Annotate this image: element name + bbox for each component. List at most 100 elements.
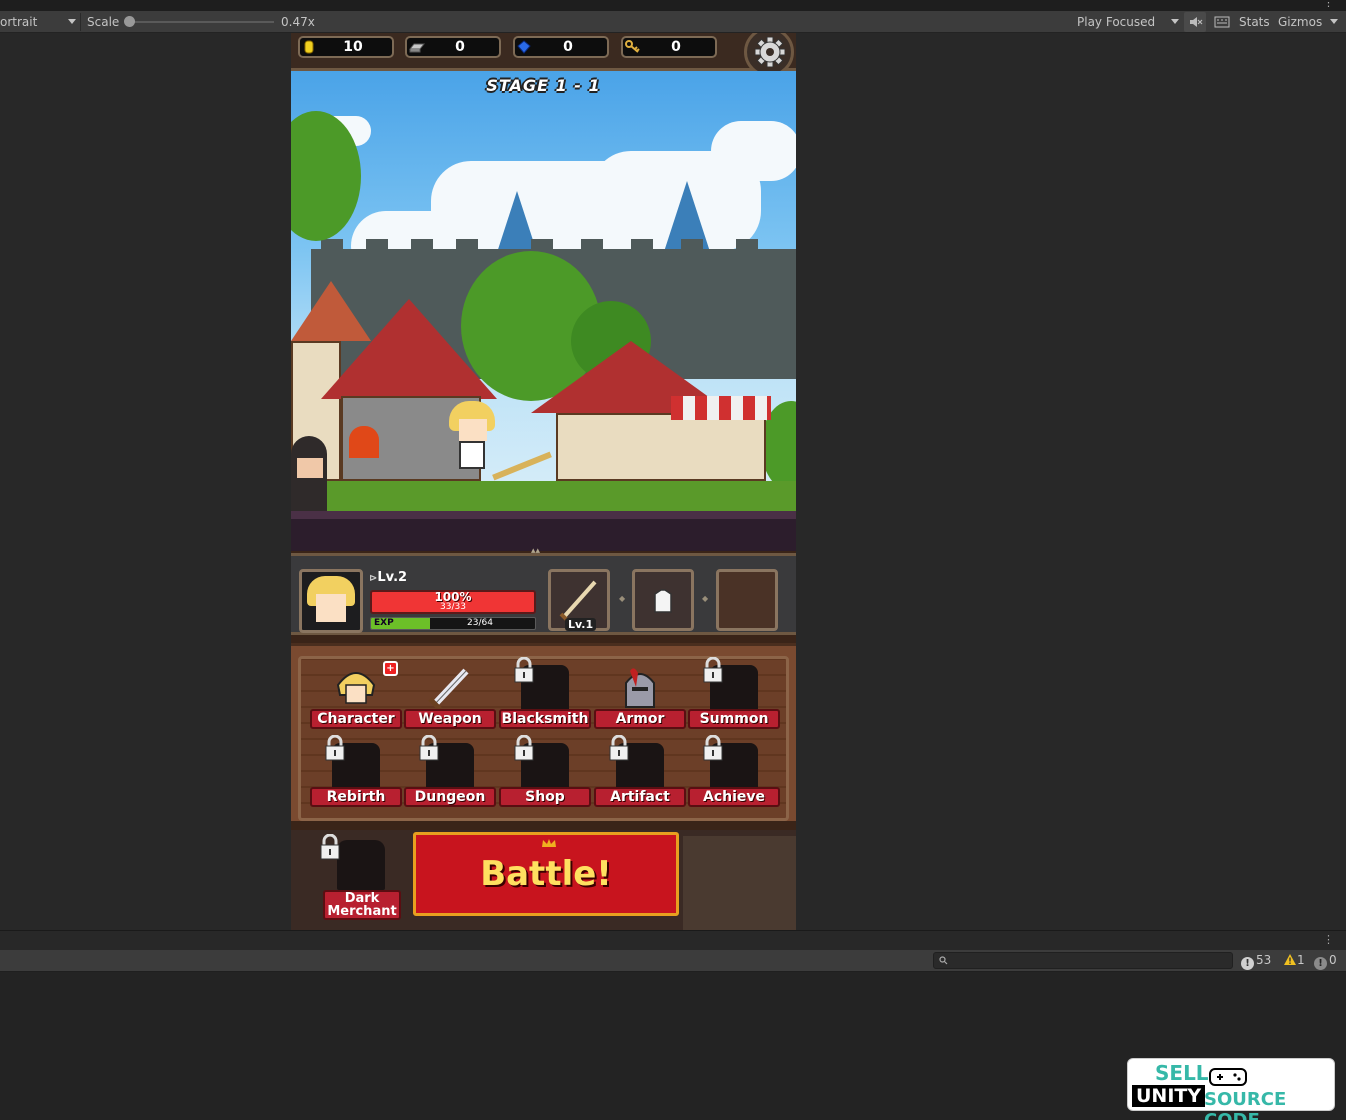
resource-gem: 0 [513,36,609,58]
dark-merchant-label: Dark Merchant [323,890,401,920]
helmet-icon [616,665,664,711]
aspect-dropdown-caret-icon[interactable] [68,19,76,24]
menu-label: Rebirth [310,787,402,807]
resolution-button[interactable] [1212,13,1232,31]
battle-button[interactable]: Battle! [413,832,679,916]
stats-button[interactable]: Stats [1239,14,1270,30]
sword-icon [426,665,474,711]
character-icon [332,665,380,711]
gizmos-button[interactable]: Gizmos [1278,14,1322,30]
watermark-source: SOURCE CODE [1204,1089,1287,1120]
scale-value: 0.47x [281,15,315,29]
search-icon [939,956,948,965]
character-portrait[interactable] [299,569,363,633]
mute-audio-button[interactable] [1184,12,1206,32]
unity-editor-window: ⋮ ortrait Scale 0.47x Play Focused Stats… [0,0,1346,1120]
more-options-icon[interactable]: ⋮ [1323,0,1334,9]
slot-separator-icon: ◆ [702,594,709,603]
log-count: 53 [1256,953,1272,967]
watermark-logo: SELL UNITY SOURCE CODE [1127,1058,1335,1120]
rubble-decoration [683,836,796,930]
cloud [711,121,796,181]
watermark-sell: SELL [1155,1061,1209,1085]
exp-value: 23/64 [467,618,493,628]
gizmos-caret-icon[interactable] [1330,19,1338,24]
gear-icon [755,37,785,67]
console-search-input[interactable] [933,952,1233,969]
play-mode-caret-icon[interactable] [1171,19,1179,24]
empty-slot[interactable] [716,569,778,631]
key-icon [625,40,640,54]
warning-count-toggle[interactable]: 1 [1283,952,1305,969]
log-count-toggle[interactable]: ! 53 [1241,952,1271,970]
warning-count: 1 [1297,953,1305,967]
crenel [631,239,653,253]
game-screen[interactable]: 10 0 0 0 STAGE 1 - 1 ▴▴ ⊳Lv.2 100% 33/33… [291,33,796,930]
console-header: ⋮ [0,930,1346,950]
keyboard-icon [1214,16,1230,28]
menu-artifact[interactable]: Artifact [594,735,686,815]
error-count-toggle[interactable]: ! 0 [1314,952,1337,970]
menu-label: Shop [499,787,591,807]
lock-icon [703,735,723,761]
gold-coin-icon [302,40,316,54]
crenel [681,239,703,253]
dark-merchant-button[interactable]: Dark Merchant [313,834,409,926]
lock-icon [514,735,534,761]
hp-bar: 100% 33/33 [370,590,536,614]
menu-dungeon[interactable]: Dungeon [404,735,496,815]
armor-slot[interactable] [632,569,694,631]
more-options-icon[interactable]: ⋮ [1323,933,1334,946]
crenel [366,239,388,253]
new-badge: + [383,661,398,676]
warning-icon [1284,954,1296,965]
character-level-text: Lv.2 [377,570,408,585]
weapon-level: Lv.1 [565,618,597,631]
shop-awning [671,396,771,420]
hero-body [459,441,485,469]
menu-character[interactable]: + Character [310,661,402,737]
resource-gold: 10 [298,36,394,58]
lock-icon [703,657,723,683]
menu-summon[interactable]: Summon [688,657,780,737]
hero-character[interactable] [449,401,495,481]
character-status-panel: ⊳Lv.2 100% 33/33 EXP 23/64 Lv.1 ◆ ◆ [291,553,796,635]
resource-key-value: 0 [671,39,681,55]
resource-iron: 0 [405,36,501,58]
play-focused-label: Play Focused [1077,15,1156,29]
speaker-muted-icon [1190,17,1203,27]
error-count: 0 [1329,953,1337,967]
hero-sword [492,451,552,481]
menu-label: Weapon [404,709,496,729]
lock-icon [320,834,340,860]
weapon-slot[interactable]: Lv.1 [548,569,610,631]
scale-slider-track[interactable] [128,21,274,23]
menu-shop[interactable]: Shop [499,735,591,815]
menu-achieve[interactable]: Achieve [688,735,780,815]
menu-panel: + Character Weapon Blacksmith Armor Summ… [291,643,796,821]
crown-icon [542,839,556,847]
watermark-unity: UNITY [1132,1085,1206,1107]
slot-separator-icon: ◆ [619,594,626,603]
menu-armor[interactable]: Armor [594,661,686,737]
gamepad-icon [1209,1068,1247,1086]
lock-icon [419,735,439,761]
crenel [581,239,603,253]
menu-rebirth[interactable]: Rebirth [310,735,402,815]
editor-top-strip: ⋮ [0,0,1346,11]
play-focused-dropdown[interactable]: Play Focused [1077,14,1155,30]
monk-npc[interactable] [291,436,327,511]
scale-slider-handle[interactable] [124,16,135,27]
portrait-face [316,594,346,622]
menu-weapon[interactable]: Weapon [404,661,496,737]
menu-label: Dungeon [404,787,496,807]
grass-ground [291,481,796,511]
shirt-icon [654,589,672,613]
aspect-dropdown[interactable]: ortrait [0,14,37,30]
resource-hud: 10 0 0 0 [291,33,796,77]
monk-face [297,458,323,478]
lock-icon [609,735,629,761]
game-scene[interactable]: STAGE 1 - 1 [291,71,796,511]
shop-house [556,413,766,481]
menu-blacksmith[interactable]: Blacksmith [499,657,591,737]
